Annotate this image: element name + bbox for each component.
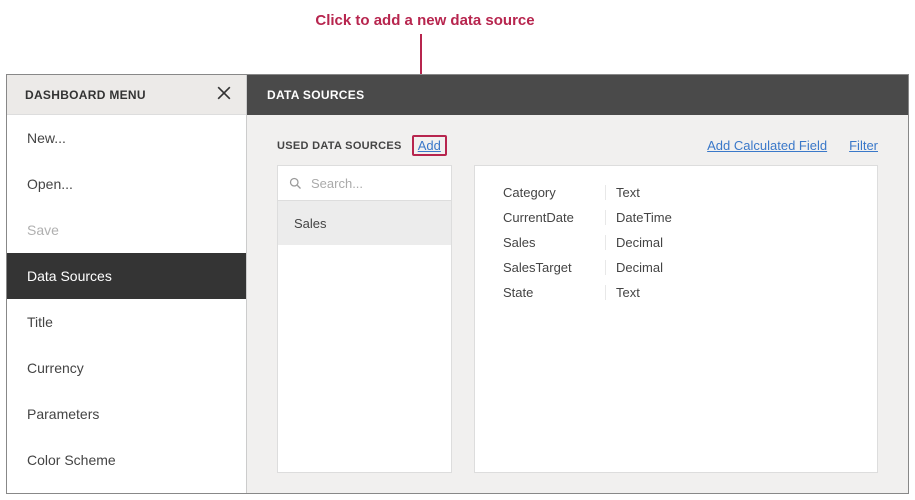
search-input[interactable] [311,176,487,191]
close-icon[interactable] [214,83,234,107]
field-type: Text [605,285,877,300]
toolbar: USED DATA SOURCES Add Add Calculated Fie… [277,135,878,156]
toolbar-right: Add Calculated Field Filter [707,138,878,153]
menu-item-currency[interactable]: Currency [7,345,246,391]
field-name: CurrentDate [475,210,605,225]
fields-panel: Category Text CurrentDate DateTime Sales… [474,165,878,473]
content-body: USED DATA SOURCES Add Add Calculated Fie… [247,115,908,493]
filter-link[interactable]: Filter [849,138,878,153]
add-data-source-link[interactable]: Add [412,135,447,156]
sidebar-title: DASHBOARD MENU [25,88,146,102]
field-name: Sales [475,235,605,250]
content-header: DATA SOURCES [247,75,908,115]
field-name: SalesTarget [475,260,605,275]
field-row[interactable]: Category Text [475,180,877,205]
menu-item-save: Save [7,207,246,253]
sidebar-header: DASHBOARD MENU [7,75,246,115]
menu-item-open[interactable]: Open... [7,161,246,207]
search-box [277,165,452,201]
content-area: DATA SOURCES USED DATA SOURCES Add Add C… [247,75,908,493]
field-name: Category [475,185,605,200]
sidebar-menu: New... Open... Save Data Sources Title C… [7,115,246,483]
field-row[interactable]: Sales Decimal [475,230,877,255]
sources-list: Sales [277,201,452,473]
search-icon [288,176,303,191]
menu-item-data-sources[interactable]: Data Sources [7,253,246,299]
field-row[interactable]: State Text [475,280,877,305]
field-type: Text [605,185,877,200]
app-window: DASHBOARD MENU New... Open... Save Data … [6,74,909,494]
field-row[interactable]: SalesTarget Decimal [475,255,877,280]
toolbar-label: USED DATA SOURCES [277,140,402,152]
content-title: DATA SOURCES [267,88,364,102]
field-name: State [475,285,605,300]
menu-item-color-scheme[interactable]: Color Scheme [7,437,246,483]
field-type: DateTime [605,210,877,225]
menu-item-parameters[interactable]: Parameters [7,391,246,437]
field-row[interactable]: CurrentDate DateTime [475,205,877,230]
add-calculated-field-link[interactable]: Add Calculated Field [707,138,827,153]
field-type: Decimal [605,235,877,250]
field-type: Decimal [605,260,877,275]
sidebar: DASHBOARD MENU New... Open... Save Data … [7,75,247,493]
source-item[interactable]: Sales [278,201,451,245]
annotation-callout: Click to add a new data source [275,12,575,29]
menu-item-new[interactable]: New... [7,115,246,161]
menu-item-title[interactable]: Title [7,299,246,345]
sources-panel: Sales [277,165,452,473]
